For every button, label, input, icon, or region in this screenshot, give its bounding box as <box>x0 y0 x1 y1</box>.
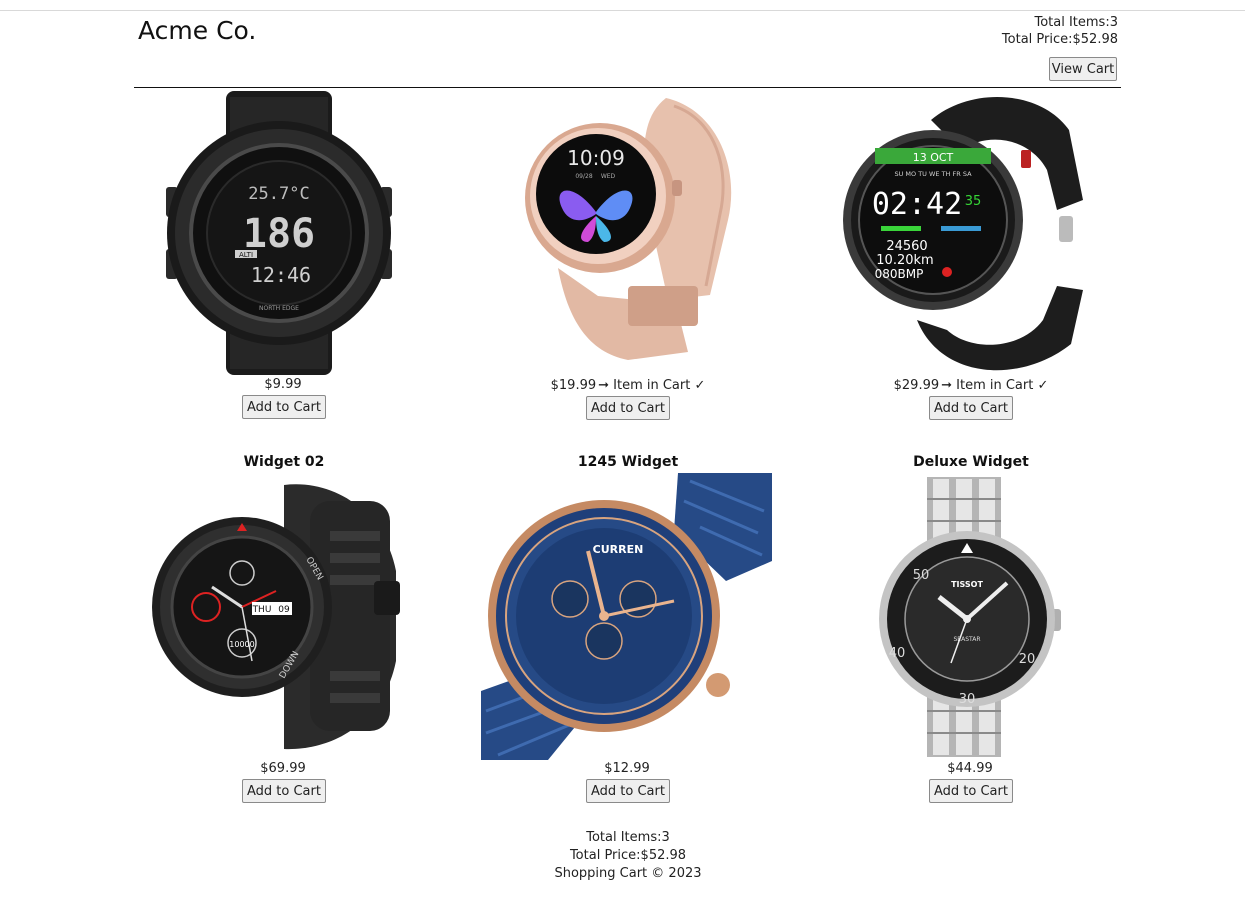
price-line: $19.99 ➞ Item in Cart ✓ <box>478 378 778 394</box>
product-card: Widget 02 THU 09 10000 OPEN DOWN $69.99 … <box>134 453 434 803</box>
product-card: 13 OCT SU MO TU WE TH FR SA 02:42 35 245… <box>821 90 1121 420</box>
product-name: Widget 02 <box>243 454 325 470</box>
svg-text:10.20km: 10.20km <box>876 253 933 268</box>
footer-total-items-value: 3 <box>661 830 670 845</box>
product-card: Deluxe Widget 50 40 30 20 TISSOT SEASTAR… <box>821 453 1121 803</box>
svg-text:TISSOT: TISSOT <box>951 580 983 589</box>
product-price: $12.99 <box>604 761 650 776</box>
product-card: 1245 Widget CURREN $12.99 Add to Cart <box>478 453 778 803</box>
view-cart-button[interactable]: View Cart <box>1049 57 1117 81</box>
rugged-smartwatch-icon[interactable]: THU 09 10000 OPEN DOWN <box>134 471 434 761</box>
svg-text:CURREN: CURREN <box>593 543 644 556</box>
svg-text:20: 20 <box>1019 652 1036 667</box>
svg-text:02:42: 02:42 <box>872 187 962 222</box>
svg-text:09: 09 <box>278 605 290 615</box>
svg-text:40: 40 <box>889 646 906 661</box>
footer-total-items: Total Items:3 <box>478 829 778 847</box>
page-footer: Total Items:3 Total Price:$52.98 Shoppin… <box>478 829 778 883</box>
add-to-cart-button[interactable]: Add to Cart <box>242 779 326 803</box>
product-price: $19.99 <box>550 378 597 393</box>
footer-total-price-label: Total Price: <box>569 848 641 863</box>
top-border <box>0 10 1245 11</box>
product-name: 1245 Widget <box>577 454 679 470</box>
total-price-line: Total Price:$52.98 <box>1002 31 1118 48</box>
svg-text:10000: 10000 <box>229 640 254 649</box>
add-to-cart-button[interactable]: Add to Cart <box>929 396 1013 420</box>
svg-text:25.7°C: 25.7°C <box>248 184 309 204</box>
total-items-label: Total Items: <box>1034 15 1110 30</box>
svg-text:SU MO TU WE TH FR SA: SU MO TU WE TH FR SA <box>894 170 972 178</box>
svg-text:SEASTAR: SEASTAR <box>954 636 981 643</box>
black-outdoor-watch-icon[interactable]: 25.7°C 186 ALTI 12:46 NORTH EDGE <box>134 89 434 377</box>
cart-status: ➞ Item in Cart ✓ <box>941 378 1049 393</box>
rose-gold-smartwatch-icon[interactable]: 10:09 09/28 WED <box>478 90 778 378</box>
product-price: $44.99 <box>947 761 993 776</box>
svg-text:13 OCT: 13 OCT <box>913 151 954 164</box>
add-to-cart-button[interactable]: Add to Cart <box>586 396 670 420</box>
product-card: 25.7°C 186 ALTI 12:46 NORTH EDGE $9.99 A… <box>134 89 434 419</box>
steel-dive-watch-icon[interactable]: 50 40 30 20 TISSOT SEASTAR <box>821 471 1121 761</box>
total-items-value: 3 <box>1109 15 1118 30</box>
total-price-label: Total Price: <box>1001 32 1073 47</box>
svg-text:THU: THU <box>252 605 272 615</box>
total-items-line: Total Items:3 <box>1002 14 1118 31</box>
price-line: $44.99 <box>821 761 1121 777</box>
cart-summary: Total Items:3 Total Price:$52.98 <box>1002 14 1118 48</box>
header-divider <box>134 87 1121 88</box>
add-to-cart-button[interactable]: Add to Cart <box>586 779 670 803</box>
add-to-cart-button[interactable]: Add to Cart <box>242 395 326 419</box>
svg-text:10:09: 10:09 <box>567 146 625 170</box>
svg-text:09/28: 09/28 <box>575 173 592 180</box>
svg-text:24560: 24560 <box>886 239 927 254</box>
black-sport-smartwatch-icon[interactable]: 13 OCT SU MO TU WE TH FR SA 02:42 35 245… <box>821 90 1121 378</box>
svg-text:WED: WED <box>601 173 616 180</box>
svg-text:NORTH EDGE: NORTH EDGE <box>259 305 299 312</box>
product-price: $69.99 <box>260 761 306 776</box>
blue-chronograph-watch-icon[interactable]: CURREN <box>478 471 778 761</box>
svg-text:080BMP: 080BMP <box>875 267 924 281</box>
price-line: $69.99 <box>134 761 434 777</box>
site-brand: Acme Co. <box>138 16 257 45</box>
product-price: $29.99 <box>893 378 940 393</box>
price-line: $12.99 <box>478 761 778 777</box>
svg-text:35: 35 <box>965 194 982 209</box>
svg-text:12:46: 12:46 <box>251 263 311 287</box>
svg-text:30: 30 <box>959 692 976 707</box>
product-card: 10:09 09/28 WED $19.99 ➞ Item in Cart ✓ A… <box>478 90 778 420</box>
copyright: Shopping Cart © 2023 <box>554 866 702 881</box>
product-name: Deluxe Widget <box>913 454 1029 470</box>
svg-text:ALTI: ALTI <box>239 251 253 259</box>
cart-status: ➞ Item in Cart ✓ <box>598 378 706 393</box>
product-price: $9.99 <box>264 377 302 392</box>
svg-text:50: 50 <box>913 568 930 583</box>
price-line: $9.99 <box>134 377 434 393</box>
footer-total-price-value: $52.98 <box>640 848 687 863</box>
add-to-cart-button[interactable]: Add to Cart <box>929 779 1013 803</box>
footer-total-items-label: Total Items: <box>586 830 662 845</box>
footer-total-price: Total Price:$52.98 <box>478 847 778 865</box>
price-line: $29.99 ➞ Item in Cart ✓ <box>821 378 1121 394</box>
total-price-value: $52.98 <box>1072 32 1119 47</box>
